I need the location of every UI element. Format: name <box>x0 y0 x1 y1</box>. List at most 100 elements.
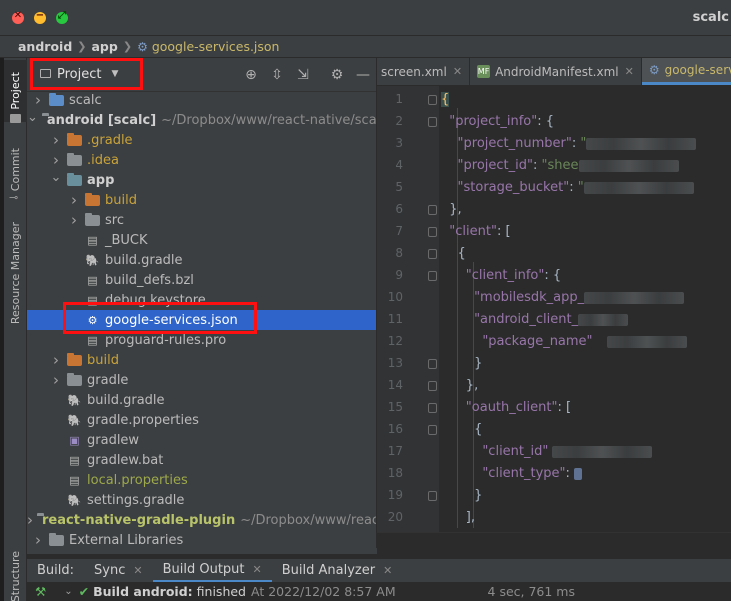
chevron-right-icon[interactable]: › <box>49 351 63 369</box>
line-number: 12 <box>387 334 403 348</box>
zoom-window-button[interactable]: ⤢ <box>56 10 68 24</box>
tree-item[interactable]: ▤ local.properties <box>27 470 376 490</box>
tree-item[interactable]: ▣ gradlew <box>27 430 376 450</box>
close-icon[interactable]: ✕ <box>133 564 142 577</box>
tool-tab-label: Project <box>9 72 22 110</box>
breadcrumb-item-android[interactable]: android <box>18 39 72 54</box>
gear-icon: ⚙ <box>330 67 344 83</box>
project-panel-header: Project ▼ ⊕ ⇳ ⇲ ⚙ — <box>27 58 376 92</box>
code-line-6: }, <box>449 202 462 217</box>
tool-tab-project[interactable]: Project <box>4 60 27 122</box>
breadcrumb-item-file[interactable]: google-services.json <box>152 39 280 54</box>
hide-panel-button[interactable]: — <box>350 62 376 88</box>
close-icon[interactable]: ✕ <box>383 564 392 577</box>
tree-item[interactable]: ▤ _BUCK <box>27 230 376 250</box>
tab-build-output[interactable]: Build Output ✕ <box>152 559 272 583</box>
code-editor[interactable]: 1 2 3 4 5 6 7 8 9 10 11 12 13 14 15 16 17 18 19 20 { "proje… <box>377 86 731 532</box>
file-icon: ▤ <box>69 453 80 467</box>
zoom-icon: ⤢ <box>58 10 66 21</box>
tool-tab-resource-manager[interactable]: Resource Manager <box>4 218 27 328</box>
tree-item[interactable]: 🐘 build.gradle <box>27 390 376 410</box>
tree-item[interactable]: › build <box>27 190 376 210</box>
fold-marker-icon[interactable] <box>428 491 437 501</box>
tree-item-label: gradlew.bat <box>87 452 164 468</box>
project-view-icon <box>40 69 51 78</box>
project-view-dropdown[interactable]: Project ▼ <box>32 60 142 88</box>
editor-tab-label: screen.xml <box>381 64 447 79</box>
tree-item[interactable]: › react-native-gradle-plugin ~/Dropbox/www… <box>27 510 376 530</box>
tree-item[interactable]: › scalc <box>27 90 376 110</box>
tree-item[interactable]: ▤ debug.keystore <box>27 290 376 310</box>
fold-marker-icon[interactable] <box>428 95 437 105</box>
chevron-down-icon[interactable]: ⌄ <box>64 586 72 597</box>
fold-marker-icon[interactable] <box>428 359 437 369</box>
tree-item[interactable]: ▤ gradlew.bat <box>27 450 376 470</box>
fold-marker-icon[interactable] <box>428 227 437 237</box>
close-icon[interactable]: ✕ <box>453 65 462 78</box>
commit-icon: ⊸ <box>9 191 19 204</box>
chevron-right-icon[interactable]: › <box>49 371 63 389</box>
editor-tab-google-services[interactable]: ⚙ google-services <box>641 58 731 85</box>
tree-item[interactable]: › External Libraries <box>27 530 376 550</box>
breadcrumb-item-app[interactable]: app <box>92 39 118 54</box>
chevron-right-icon[interactable]: › <box>31 91 45 109</box>
tree-item[interactable]: 🐘 settings.gradle <box>27 490 376 510</box>
tree-item[interactable]: ▤ build_defs.bzl <box>27 270 376 290</box>
fold-marker-icon[interactable] <box>428 271 437 281</box>
tree-item[interactable]: › .gradle <box>27 130 376 150</box>
code-line-11: "android_client_ <box>441 309 629 331</box>
breadcrumb-separator-icon: ❯ <box>122 40 133 53</box>
editor-tab-screen-xml[interactable]: screen.xml ✕ <box>377 58 471 85</box>
chevron-right-icon[interactable]: › <box>49 131 63 149</box>
tree-item[interactable]: ⚙ google-services.json <box>27 310 376 330</box>
close-window-button[interactable]: ✕ <box>12 10 24 24</box>
line-number: 18 <box>387 466 403 480</box>
collapse-all-button[interactable]: ⇲ <box>290 62 316 88</box>
fold-marker-icon[interactable] <box>428 205 437 215</box>
tree-item[interactable]: 🐘 build.gradle <box>27 250 376 270</box>
tree-item[interactable]: › gradle <box>27 370 376 390</box>
chevron-right-icon[interactable]: › <box>27 511 33 529</box>
tab-sync[interactable]: Sync ✕ <box>84 559 153 583</box>
tree-item[interactable]: 🐘 gradle.properties <box>27 410 376 430</box>
settings-button[interactable]: ⚙ <box>324 62 350 88</box>
line-number: 17 <box>387 444 403 458</box>
fold-marker-icon[interactable] <box>428 249 437 259</box>
editor-footer <box>377 532 731 554</box>
tree-item[interactable]: › src <box>27 210 376 230</box>
close-icon[interactable]: ✕ <box>625 65 634 78</box>
build-output-row[interactable]: ⚒ ⌄ ✔ Build android: finished At 2022/12… <box>27 582 731 601</box>
tree-item-label: settings.gradle <box>87 492 185 508</box>
fold-marker-icon[interactable] <box>428 425 437 435</box>
tree-item-label: build_defs.bzl <box>105 272 194 288</box>
tree-item[interactable]: › build <box>27 350 376 370</box>
fold-marker-icon[interactable] <box>428 117 437 127</box>
tree-item-label: app <box>87 172 115 188</box>
tree-item[interactable]: ⌄ app <box>27 170 376 190</box>
code-line-20: ], <box>465 510 476 525</box>
chevron-right-icon[interactable]: › <box>67 191 81 209</box>
tree-item[interactable]: ⌄ android [scalc] ~/Dropbox/www/react-nati… <box>27 110 376 130</box>
tool-tab-structure[interactable]: Structure <box>4 551 27 601</box>
chevron-right-icon[interactable]: › <box>49 151 63 169</box>
tool-tab-label: Commit <box>9 148 22 192</box>
locate-file-button[interactable]: ⊕ <box>238 62 264 88</box>
expand-all-button[interactable]: ⇳ <box>264 62 290 88</box>
editor-tab-android-manifest[interactable]: MF AndroidManifest.xml ✕ <box>470 58 642 85</box>
file-icon: ▤ <box>87 293 98 307</box>
code-line-1: { <box>441 92 450 107</box>
minimize-window-button[interactable]: − <box>34 10 46 24</box>
close-icon[interactable]: ✕ <box>253 563 262 576</box>
fold-marker-icon[interactable] <box>428 381 437 391</box>
fold-marker-icon[interactable] <box>428 403 437 413</box>
tree-item[interactable]: ▤ proguard-rules.pro <box>27 330 376 350</box>
code-line-8: { <box>457 246 466 261</box>
chevron-right-icon[interactable]: › <box>67 211 81 229</box>
chevron-down-icon[interactable]: ⌄ <box>27 110 38 125</box>
chevron-right-icon[interactable]: › <box>31 531 45 549</box>
line-number: 14 <box>387 378 403 392</box>
chevron-down-icon[interactable]: ⌄ <box>49 170 63 185</box>
tab-build-analyzer[interactable]: Build Analyzer ✕ <box>272 559 403 583</box>
line-number: 16 <box>387 422 403 436</box>
tree-item[interactable]: › .idea <box>27 150 376 170</box>
